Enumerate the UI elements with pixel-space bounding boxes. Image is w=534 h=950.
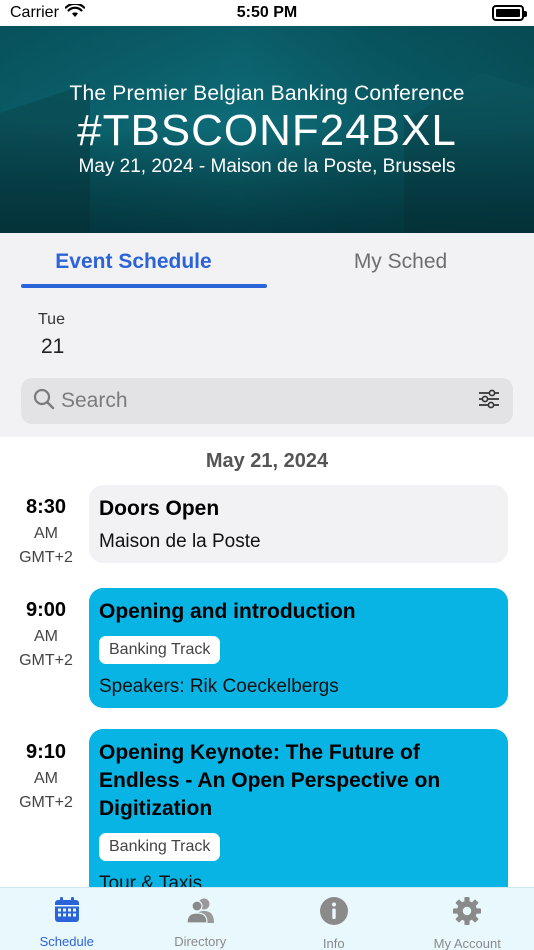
banner-hashtag: #TBSCONF24BXL <box>77 106 457 155</box>
bottom-tab-bar: Schedule Directory Info My Account <box>0 887 534 950</box>
calendar-icon <box>53 896 81 929</box>
carrier-label: Carrier <box>10 4 59 21</box>
conference-banner: The Premier Belgian Banking Conference #… <box>0 26 534 233</box>
session-time-main: 8:30 <box>25 496 67 518</box>
track-badge: Banking Track <box>99 636 221 664</box>
session-time-ampm: AM <box>34 628 58 645</box>
banner-subtitle: The Premier Belgian Banking Conference <box>69 82 465 105</box>
nav-label: My Account <box>433 936 501 950</box>
tab-my-sched[interactable]: My Sched <box>267 233 534 290</box>
nav-info[interactable]: Info <box>267 888 401 950</box>
status-bar: Carrier 5:50 PM <box>0 0 534 26</box>
nav-label: Schedule <box>39 934 94 949</box>
session-title: Opening and introduction <box>99 600 356 623</box>
nav-label: Directory <box>174 934 227 949</box>
session-time-main: 9:10 <box>25 741 67 763</box>
nav-my-account[interactable]: My Account <box>401 888 534 950</box>
day-picker-tue-21[interactable]: Tue 21 <box>38 311 65 359</box>
people-icon <box>184 896 216 929</box>
nav-schedule[interactable]: Schedule <box>0 888 134 950</box>
date-header: May 21, 2024 <box>205 450 329 472</box>
track-badge: Banking Track <box>99 833 221 861</box>
battery-icon <box>492 5 527 21</box>
banner-text: The Premier Belgian Banking Conference #… <box>0 82 534 178</box>
schedule-controls: Event Schedule My Sched Tue 21 <box>0 233 534 437</box>
nav-directory[interactable]: Directory <box>134 888 268 950</box>
tab-bar: Event Schedule My Sched <box>0 233 534 290</box>
search-icon <box>33 388 55 415</box>
session-card[interactable]: Doors Open Maison de la Poste <box>89 485 508 563</box>
day-name: Tue <box>38 311 65 328</box>
tab-event-schedule[interactable]: Event Schedule <box>0 233 267 290</box>
session-time-timezone: GMT+2 <box>19 549 73 566</box>
session-card[interactable]: Opening and introduction Banking Track S… <box>89 588 508 708</box>
gear-icon <box>452 896 482 931</box>
nav-label: Info <box>322 936 345 950</box>
info-icon <box>319 896 349 931</box>
session-title: Doors Open <box>99 497 220 520</box>
schedule-list: May 21, 2024 8:30 AM GMT+2 Doors Open Ma… <box>0 437 534 887</box>
filter-sliders-icon[interactable] <box>477 388 501 415</box>
session-time: 8:30 AM GMT+2 <box>0 496 92 567</box>
session-time-ampm: AM <box>34 770 58 787</box>
session-time-ampm: AM <box>34 525 58 542</box>
session-speakers: Speakers: Rik Coeckelbergs <box>99 676 339 697</box>
session-location: Tour & Taxis <box>99 873 203 887</box>
session-card[interactable]: Opening Keynote: The Future of Endless -… <box>89 729 508 887</box>
search-input[interactable] <box>61 389 477 413</box>
session-time-timezone: GMT+2 <box>19 652 73 669</box>
session-location: Maison de la Poste <box>99 531 261 552</box>
day-number: 21 <box>41 335 65 358</box>
session-time-main: 9:00 <box>25 599 67 621</box>
session-title: Opening Keynote: The Future of Endless -… <box>99 741 441 820</box>
tab-active-indicator <box>21 284 267 288</box>
wifi-icon <box>64 2 86 23</box>
session-time: 9:10 AM GMT+2 <box>0 741 92 812</box>
session-time-timezone: GMT+2 <box>19 794 73 811</box>
session-time: 9:00 AM GMT+2 <box>0 599 92 670</box>
status-left: Carrier <box>10 2 86 23</box>
banner-date-location: May 21, 2024 - Maison de la Poste, Bruss… <box>78 156 456 177</box>
search-bar <box>21 378 513 424</box>
